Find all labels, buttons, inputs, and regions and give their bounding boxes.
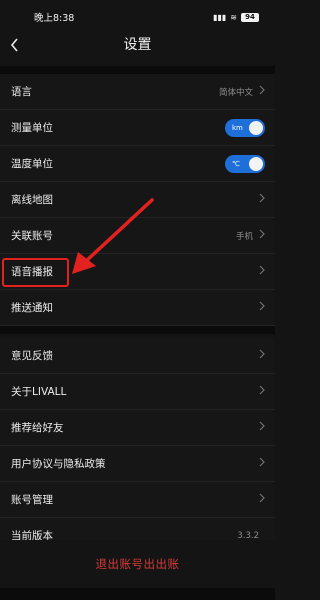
annotation-arrow-icon — [72, 198, 154, 274]
